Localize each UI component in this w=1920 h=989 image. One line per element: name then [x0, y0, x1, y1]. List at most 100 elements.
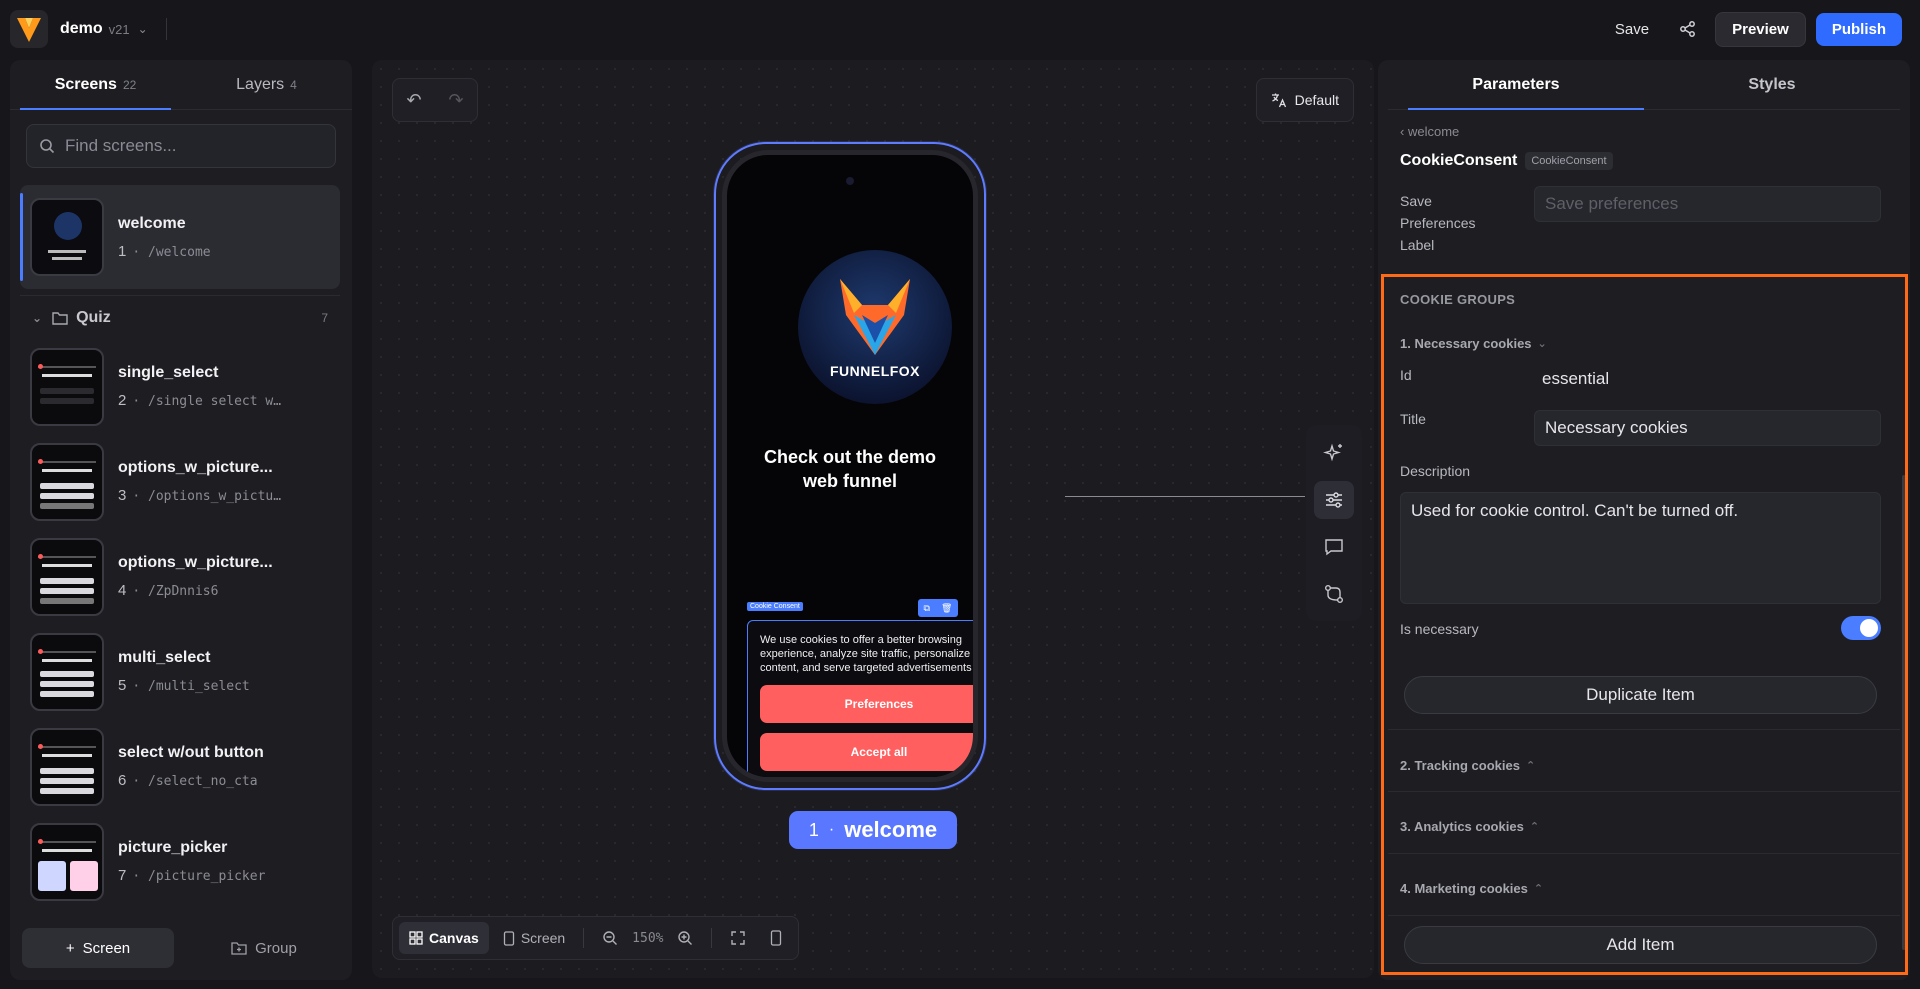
cookie-group-3-header[interactable]: 3. Analytics cookies ⌃ — [1400, 819, 1539, 834]
camera-notch — [846, 177, 854, 185]
search-icon — [40, 139, 55, 154]
trash-icon[interactable]: 🗑 — [941, 603, 952, 614]
screen-name: single_select — [118, 364, 219, 381]
group-name: Quiz — [76, 308, 111, 326]
screen-thumbnail — [30, 727, 104, 806]
screens-panel: Screens 22 Layers 4 welcome 1· /welcome ⌄ … — [10, 60, 352, 980]
canvas-bottom-toolbar: Canvas Screen 150% — [392, 916, 800, 960]
project-version: v21 — [108, 21, 130, 37]
breadcrumb[interactable]: ‹ welcome — [1400, 124, 1459, 139]
fit-screen-icon[interactable] — [720, 922, 756, 954]
title-input[interactable]: Necessary cookies — [1534, 410, 1881, 446]
save-preferences-input[interactable]: Save preferences — [1534, 186, 1881, 222]
grid-icon — [409, 931, 423, 945]
screen-name: select w/out button — [118, 744, 264, 761]
brand-name: FUNNELFOX — [829, 363, 921, 379]
zoom-in-icon[interactable] — [667, 922, 703, 954]
screen-path: 6 · /select_no_cta — [118, 772, 258, 789]
description-label: Description — [1400, 463, 1471, 479]
chevron-down-icon[interactable]: ⌄ — [138, 22, 148, 36]
tab-layers[interactable]: Layers 4 — [181, 60, 352, 109]
tab-styles[interactable]: Styles — [1644, 60, 1900, 109]
add-screen-button[interactable]: + Screen — [22, 928, 174, 968]
add-group-button[interactable]: Group — [188, 928, 340, 968]
component-header: CookieConsent CookieConsent — [1400, 152, 1613, 170]
screen-view-button[interactable]: Screen — [493, 922, 575, 954]
divider — [583, 928, 585, 948]
cookie-consent[interactable]: We use cookies to offer a better browsin… — [747, 620, 973, 777]
cookie-group-1-header[interactable]: 1. Necessary cookies ⌄ — [1400, 336, 1547, 351]
divider — [711, 928, 713, 948]
canvas[interactable]: ↶ ↷ Default FUNNELFOX Check out the demo… — [372, 60, 1374, 978]
group-quiz[interactable]: ⌄ Quiz 7 — [20, 295, 340, 339]
headline[interactable]: Check out the demo web funnel — [747, 445, 953, 493]
add-item-button[interactable]: Add Item — [1404, 926, 1877, 964]
app-logo-icon[interactable] — [10, 10, 48, 48]
screen-item[interactable]: options_w_picture... 4 · /ZpDnnis6 — [20, 529, 340, 624]
locale-button[interactable]: Default — [1255, 78, 1354, 122]
duplicate-item-button[interactable]: Duplicate Item — [1404, 676, 1877, 714]
is-necessary-label: Is necessary — [1400, 621, 1479, 637]
accept-all-button[interactable]: Accept all — [760, 733, 973, 771]
save-button[interactable]: Save — [1603, 13, 1661, 46]
screen-label[interactable]: 1 · welcome — [789, 811, 957, 849]
preferences-button[interactable]: Preferences — [760, 685, 973, 723]
screen-item-welcome[interactable]: welcome 1 · /welcome — [20, 185, 340, 289]
tab-parameters[interactable]: Parameters — [1388, 60, 1644, 110]
cookie-group-4-header[interactable]: 4. Marketing cookies ⌃ — [1400, 881, 1543, 896]
sliders-icon[interactable] — [1314, 480, 1354, 519]
group-count: 7 — [321, 310, 328, 325]
cookie-group-heading: 2. Tracking cookies — [1400, 758, 1520, 773]
tab-screens-count: 22 — [122, 77, 137, 92]
history-toolbar: ↶ ↷ — [392, 78, 478, 122]
ai-sparkle-icon[interactable] — [1314, 434, 1354, 472]
save-pref-label-line: Label — [1400, 237, 1435, 253]
preview-button[interactable]: Preview — [1715, 11, 1806, 47]
search-box[interactable] — [26, 124, 336, 168]
id-value[interactable]: essential — [1542, 369, 1609, 389]
description-textarea[interactable]: Used for cookie control. Can't be turned… — [1400, 492, 1881, 604]
comment-icon[interactable] — [1314, 528, 1354, 566]
tab-screens[interactable]: Screens 22 — [10, 60, 181, 110]
cookie-group-heading: 3. Analytics cookies — [1400, 819, 1524, 834]
screen-item[interactable]: multi_select 5 · /multi_select — [20, 624, 340, 719]
screen-route: /options_w_pictu… — [148, 489, 282, 504]
canvas-view-button[interactable]: Canvas — [399, 922, 489, 954]
phone-frame[interactable]: FUNNELFOX Check out the demo web funnel … — [714, 142, 986, 790]
screen-item[interactable]: select w/out button 6 · /select_no_cta — [20, 719, 340, 814]
screen-route: /welcome — [148, 244, 211, 260]
chevron-up-icon: ⌃ — [1529, 821, 1540, 833]
chevron-up-icon: ⌃ — [1525, 760, 1536, 772]
publish-button[interactable]: Publish — [1815, 12, 1902, 46]
branch-icon[interactable] — [1314, 575, 1354, 613]
screen-item[interactable]: picture_picker 7 · /picture_picker — [20, 814, 340, 909]
screen-index: 6 — [118, 772, 127, 789]
search-input[interactable] — [65, 136, 315, 156]
undo-icon[interactable]: ↶ — [406, 90, 421, 111]
cookie-text: We use cookies to offer a better browsin… — [760, 634, 972, 674]
canvas-view-label: Canvas — [429, 930, 479, 946]
cookie-group-2-header[interactable]: 2. Tracking cookies ⌃ — [1400, 758, 1535, 773]
chevron-down-icon[interactable]: ⌄ — [32, 311, 42, 325]
scrollbar[interactable] — [1902, 475, 1906, 950]
screen-index: 1 — [118, 242, 127, 260]
screen-thumbnail — [30, 442, 104, 521]
screen-route: /select_no_cta — [148, 774, 258, 789]
phone-icon — [503, 930, 514, 946]
redo-icon[interactable]: ↷ — [448, 90, 463, 111]
is-necessary-toggle[interactable] — [1841, 616, 1881, 640]
screen-item[interactable]: single_select 2 · /single select w… — [20, 339, 340, 434]
device-icon[interactable] — [760, 922, 792, 954]
zoom-out-icon[interactable] — [592, 922, 628, 954]
properties-panel: Parameters Styles ‹ welcome CookieConsen… — [1378, 60, 1910, 980]
top-bar: demo v21 ⌄ Save Preview Publish — [0, 0, 1920, 58]
tab-screens-label: Screens — [54, 75, 117, 93]
save-pref-label-line: Preferences — [1400, 215, 1476, 231]
screen-index: 3 — [118, 487, 127, 504]
brand-logo[interactable]: FUNNELFOX — [798, 250, 952, 404]
copy-icon[interactable]: ⧉ — [924, 603, 930, 614]
share-icon[interactable] — [1671, 12, 1705, 46]
project-name[interactable]: demo — [60, 20, 103, 38]
screen-name: welcome — [118, 214, 186, 232]
screen-item[interactable]: options_w_picture... 3 · /options_w_pictu… — [20, 434, 340, 529]
